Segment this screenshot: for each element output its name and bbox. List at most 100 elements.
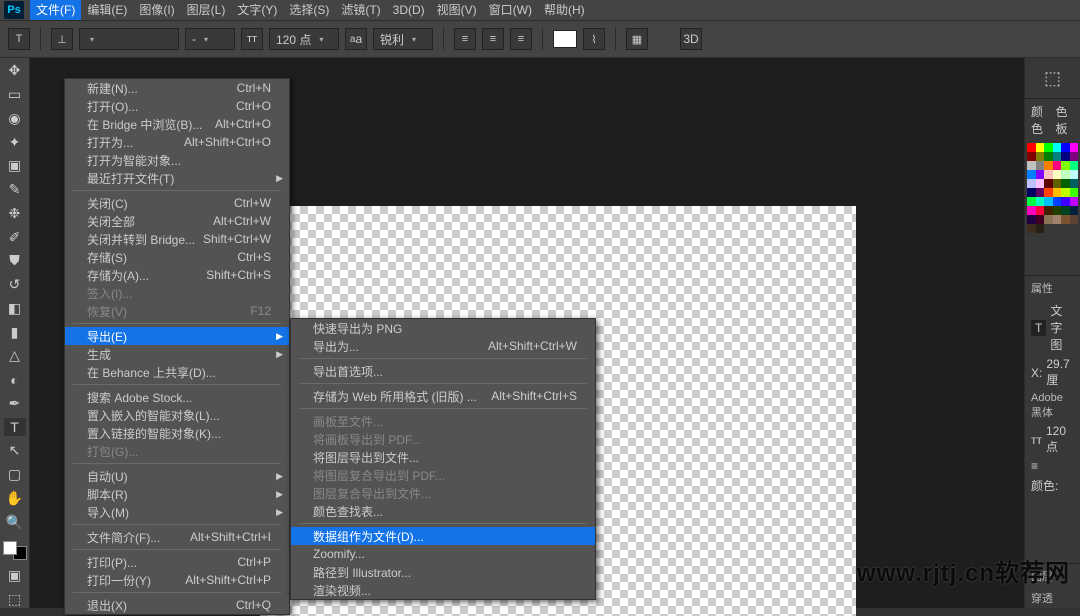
menu-item-Web[interactable]: 存储为 Web 所用格式 (旧版) ...Alt+Shift+Ctrl+S [291,387,595,405]
swatch[interactable] [1061,197,1070,206]
menu-item-[interactable]: 导出首选项... [291,362,595,380]
swatch[interactable] [1044,215,1053,224]
swatch[interactable] [1053,206,1062,215]
swatch[interactable] [1027,161,1036,170]
swatch[interactable] [1053,143,1062,152]
swatch[interactable] [1061,143,1070,152]
menu-item-L[interactable]: 置入嵌入的智能对象(L)... [65,406,289,424]
kerning-icon[interactable]: ≡ [1031,459,1038,473]
char-panel-icon[interactable]: ▦ [626,28,648,50]
swatch[interactable] [1061,170,1070,179]
swatch[interactable] [1044,152,1053,161]
marquee-tool-icon[interactable]: ▭ [4,86,26,104]
menu-item-C[interactable]: 关闭(C)Ctrl+W [65,194,289,212]
path-tool-icon[interactable]: ↖ [4,442,26,460]
swatch[interactable] [1061,215,1070,224]
swatch[interactable] [1044,143,1053,152]
swatch[interactable] [1061,161,1070,170]
menu-帮助[interactable]: 帮助(H) [538,0,591,20]
swatch[interactable] [1027,143,1036,152]
menu-滤镜[interactable]: 滤镜(T) [335,0,386,20]
swatch[interactable] [1070,161,1079,170]
swatch[interactable] [1044,170,1053,179]
menu-item-AdobeStock[interactable]: 搜索 Adobe Stock... [65,388,289,406]
swatch[interactable] [1053,188,1062,197]
swatch[interactable] [1070,197,1079,206]
swatch[interactable] [1044,206,1053,215]
menu-选择[interactable]: 选择(S) [283,0,335,20]
menu-文件[interactable]: 文件(F) [30,0,81,20]
swatch[interactable] [1036,215,1045,224]
swatch[interactable] [1053,197,1062,206]
menu-item-[interactable]: 关闭全部Alt+Ctrl+W [65,212,289,230]
menu-item-M[interactable]: 导入(M)▶ [65,503,289,521]
font-family-dropdown[interactable] [79,28,179,50]
swatch[interactable] [1053,170,1062,179]
font-style-dropdown[interactable]: - [185,28,235,50]
zoom-tool-icon[interactable]: 🔍 [4,513,26,531]
swatch[interactable] [1027,215,1036,224]
brush-tool-icon[interactable]: ✐ [4,228,26,246]
tab-properties[interactable]: 属性 [1025,275,1080,300]
swatch[interactable] [1070,170,1079,179]
align-center-icon[interactable]: ≡ [482,28,504,50]
swatch[interactable] [1027,179,1036,188]
eyedropper-tool-icon[interactable]: ✎ [4,181,26,199]
eraser-tool-icon[interactable]: ◧ [4,300,26,318]
swatch[interactable] [1053,152,1062,161]
menu-item-N[interactable]: 新建(N)...Ctrl+N [65,79,289,97]
menu-文字[interactable]: 文字(Y) [231,0,283,20]
swatch[interactable] [1036,161,1045,170]
orientation-icon[interactable]: ⊥ [51,28,73,50]
swatch[interactable] [1036,206,1045,215]
swatch[interactable] [1036,197,1045,206]
swatch[interactable] [1061,206,1070,215]
crop-tool-icon[interactable]: ▣ [4,157,26,175]
menu-item-T[interactable]: 最近打开文件(T)▶ [65,169,289,187]
menu-item-[interactable]: 打开为...Alt+Shift+Ctrl+O [65,133,289,151]
swatch[interactable] [1036,188,1045,197]
menu-item-[interactable]: 导出为...Alt+Shift+Ctrl+W [291,337,595,355]
swatches-panel[interactable] [1025,141,1080,235]
menu-item-X[interactable]: 退出(X)Ctrl+Q [65,596,289,614]
menu-item-[interactable]: 生成▶ [65,345,289,363]
menu-item-U[interactable]: 自动(U)▶ [65,467,289,485]
swatch[interactable] [1061,179,1070,188]
swatch[interactable] [1044,161,1053,170]
screen-mode-icon[interactable]: ⬚ [4,590,26,608]
quick-mask-icon[interactable]: ▣ [4,566,26,584]
swatch[interactable] [1036,143,1045,152]
menu-图像[interactable]: 图像(I) [133,0,180,20]
swatch[interactable] [1053,161,1062,170]
menu-item-K[interactable]: 置入链接的智能对象(K)... [65,424,289,442]
swatch[interactable] [1070,188,1079,197]
swatch[interactable] [1027,206,1036,215]
menu-图层[interactable]: 图层(L) [181,0,232,20]
blur-tool-icon[interactable]: △ [4,347,26,365]
warp-text-icon[interactable]: ⌇ [583,28,605,50]
type-tool-icon[interactable]: T [4,418,26,436]
align-left-icon[interactable]: ≡ [454,28,476,50]
menu-item-E[interactable]: 导出(E)▶ [65,327,289,345]
menu-item-R[interactable]: 脚本(R)▶ [65,485,289,503]
stamp-tool-icon[interactable]: ⛊ [4,252,26,270]
menu-item-O[interactable]: 打开(O)...Ctrl+O [65,97,289,115]
menu-item-Zoomify[interactable]: Zoomify... [291,545,595,563]
menu-item-[interactable]: 将图层导出到文件... [291,448,595,466]
menu-视图[interactable]: 视图(V) [431,0,483,20]
swatch[interactable] [1061,152,1070,161]
menu-item-Illustrator[interactable]: 路径到 Illustrator... [291,563,595,581]
menu-item-S[interactable]: 存储(S)Ctrl+S [65,248,289,266]
dodge-tool-icon[interactable]: ◐ [4,371,26,389]
tab-layers[interactable]: 图层 [1025,563,1080,588]
menu-item-P[interactable]: 打印(P)...Ctrl+P [65,553,289,571]
menu-item-Y[interactable]: 打印一份(Y)Alt+Shift+Ctrl+P [65,571,289,589]
menu-item-Bridge[interactable]: 关闭并转到 Bridge...Shift+Ctrl+W [65,230,289,248]
swatch[interactable] [1070,143,1079,152]
swatch[interactable] [1036,152,1045,161]
menu-item-F[interactable]: 文件简介(F)...Alt+Shift+Ctrl+I [65,528,289,546]
menu-item-[interactable]: 颜色查找表... [291,502,595,520]
menu-窗口[interactable]: 窗口(W) [483,0,538,20]
menu-item-[interactable]: 打开为智能对象... [65,151,289,169]
shape-tool-icon[interactable]: ▢ [4,466,26,484]
